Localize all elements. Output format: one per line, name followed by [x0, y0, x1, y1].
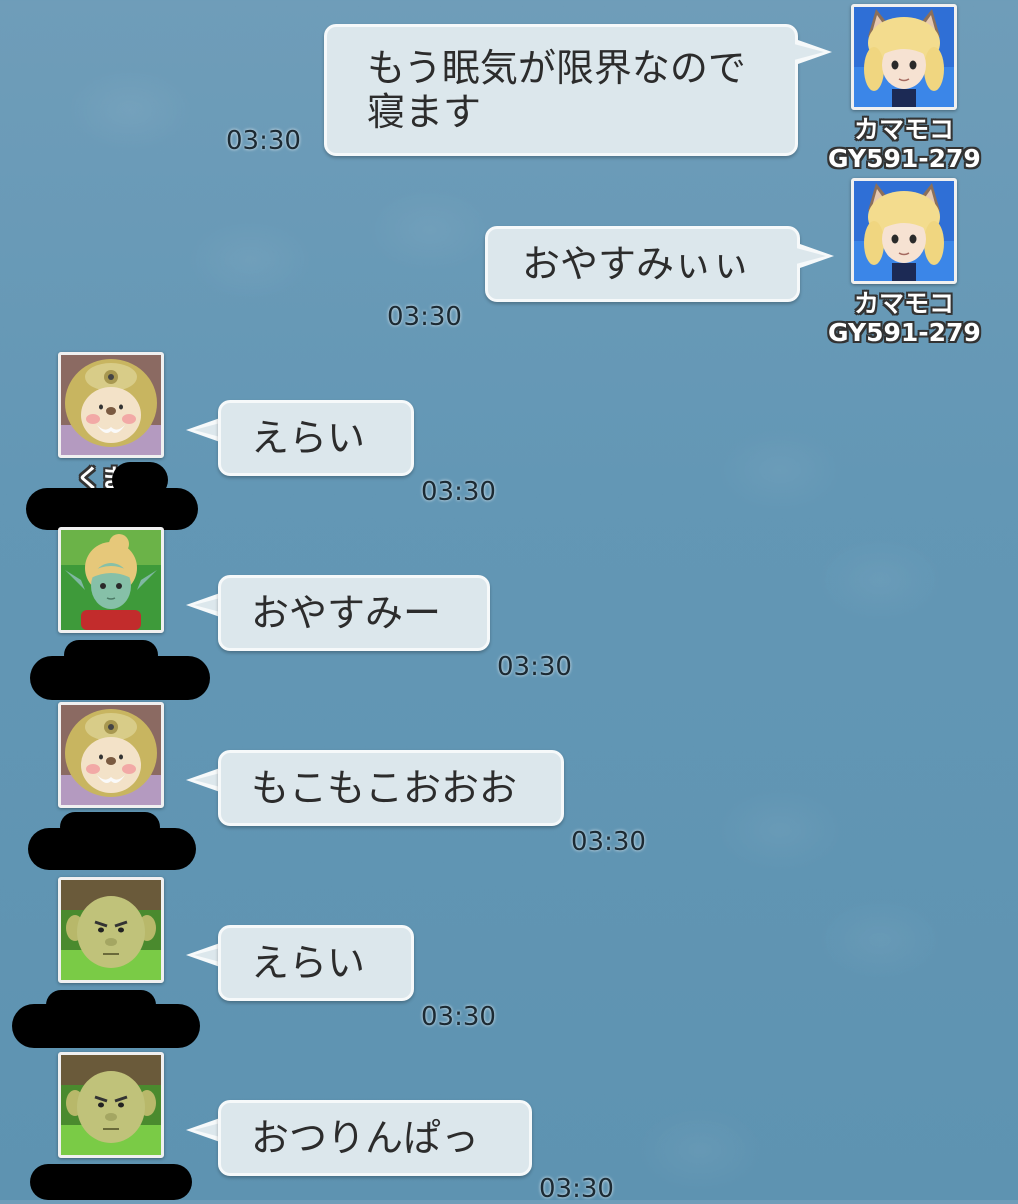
bubble-tail [796, 244, 834, 268]
green-skin-elf-avatar-icon [61, 530, 161, 630]
bubble-tail [186, 1118, 224, 1142]
sender-name: カマモコ [853, 289, 954, 318]
bubble-tail [186, 418, 224, 442]
message-bubble: もこもこおおお [218, 750, 564, 826]
avatar[interactable] [58, 527, 164, 633]
name-redaction [30, 1164, 192, 1200]
timestamp: 03:30 [387, 302, 462, 332]
bubble-tail [186, 593, 224, 617]
message-bubble: おやすみぃぃ [485, 226, 800, 302]
message-text: もう眠気が限界なので 寝ます [367, 46, 746, 134]
ogre-avatar-icon [61, 1055, 161, 1155]
cat-ear-blonde-avatar-icon [854, 7, 954, 107]
bear-hood-avatar-icon [61, 705, 161, 805]
avatar[interactable] [851, 4, 957, 110]
timestamp: 03:30 [421, 1002, 496, 1032]
name-redaction [46, 990, 156, 1020]
bear-hood-avatar-icon [61, 355, 161, 455]
avatar[interactable] [58, 352, 164, 458]
message-bubble: えらい [218, 925, 414, 1001]
name-redaction [26, 488, 198, 530]
timestamp: 03:30 [571, 827, 646, 857]
sender-id: GY591-279 [828, 318, 981, 347]
message-text: もこもこおおお [251, 766, 518, 810]
sender-name: カマモコ [853, 115, 954, 144]
avatar[interactable] [58, 702, 164, 808]
message-text: えらい [251, 416, 366, 460]
bubble-tail [794, 40, 832, 64]
message-bubble: えらい [218, 400, 414, 476]
bubble-tail [186, 943, 224, 967]
message-bubble: おつりんぱっ [218, 1100, 532, 1176]
bubble-tail [186, 768, 224, 792]
message-bubble: もう眠気が限界なので 寝ます [324, 24, 798, 156]
avatar[interactable] [58, 877, 164, 983]
message-line: もう眠気が限界なので [367, 46, 746, 90]
name-redaction [60, 812, 160, 842]
avatar[interactable] [58, 1052, 164, 1158]
message-text: えらい [251, 941, 366, 985]
message-text: おつりんぱっ [251, 1116, 480, 1160]
name-redaction [64, 640, 158, 670]
timestamp: 03:30 [497, 652, 572, 682]
avatar[interactable] [851, 178, 957, 284]
timestamp: 03:30 [226, 126, 301, 156]
message-line: 寝ます [367, 90, 482, 134]
sender-id: GY591-279 [828, 144, 981, 173]
cat-ear-blonde-avatar-icon [854, 181, 954, 281]
message-text: おやすみぃぃ [522, 242, 751, 286]
ogre-avatar-icon [61, 880, 161, 980]
chat-log: もう眠気が限界なので 寝ます 03:30 カマモコ GY591-279 おやすみ… [0, 0, 1018, 1204]
timestamp: 03:30 [421, 477, 496, 507]
message-bubble: おやすみー [218, 575, 490, 651]
message-text: おやすみー [251, 591, 442, 635]
name-redaction [112, 462, 168, 498]
